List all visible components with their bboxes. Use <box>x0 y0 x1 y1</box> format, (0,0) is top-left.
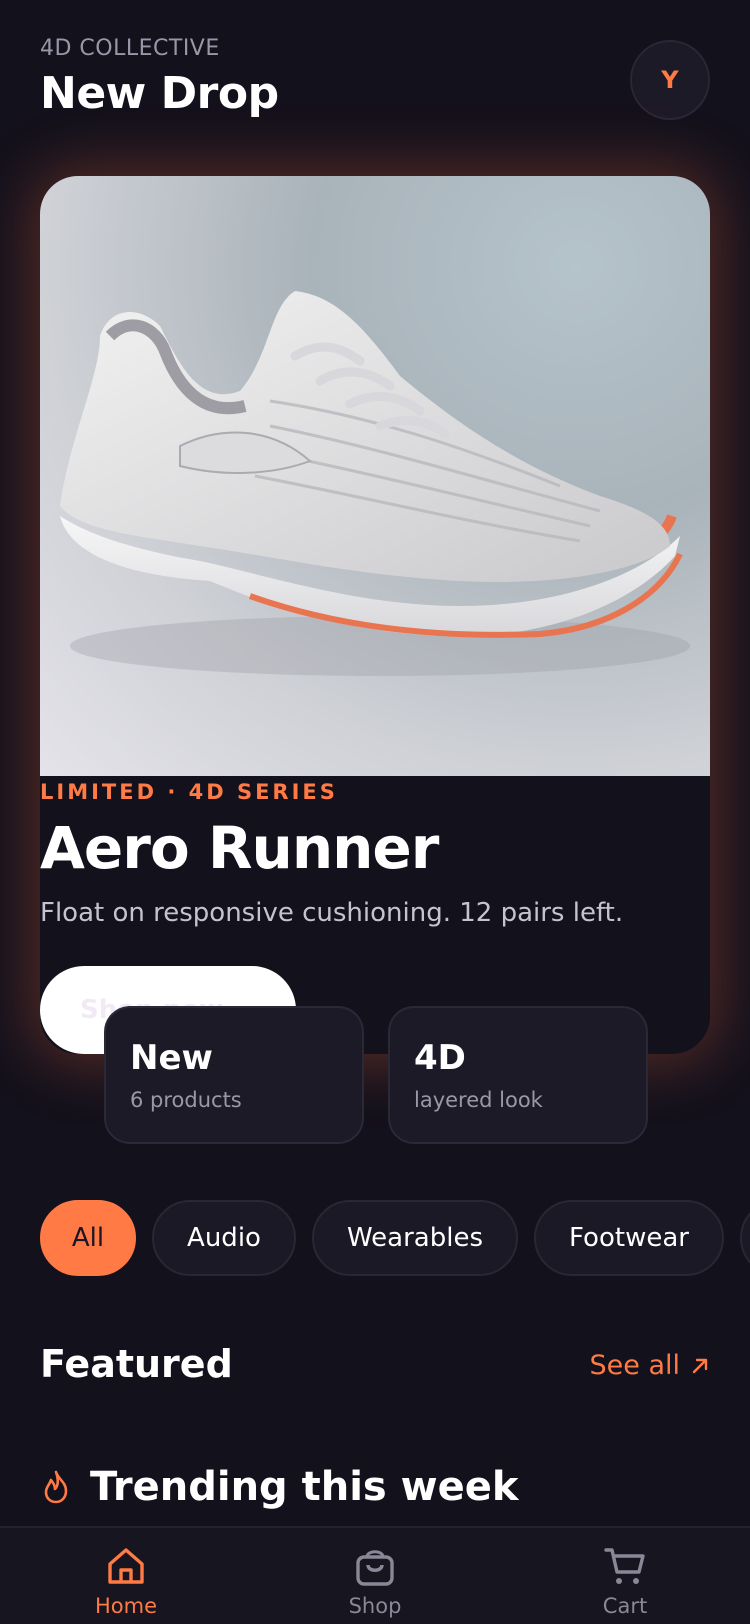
hero-description: Float on responsive cushioning. 12 pairs… <box>40 898 624 928</box>
stat-label: 6 products <box>130 1088 242 1112</box>
chip-label: Wearables <box>346 1223 483 1253</box>
hero-product-image <box>40 176 710 776</box>
stat-label: layered look <box>414 1088 543 1112</box>
stat-card-new[interactable]: New 6 products <box>104 1006 364 1144</box>
flame-icon <box>44 1470 68 1504</box>
see-all-link[interactable]: See all <box>590 1350 711 1381</box>
chip-wearables[interactable]: Wearables <box>312 1200 518 1276</box>
nav-label: Shop <box>348 1594 402 1618</box>
avatar-initial: Y <box>661 66 679 94</box>
stat-value: New <box>130 1038 213 1078</box>
nav-shop[interactable]: Shop <box>295 1544 455 1624</box>
nav-label: Cart <box>602 1594 648 1618</box>
arrow-up-right-icon <box>692 1358 708 1373</box>
category-chips: All Audio Wearables Footwear <box>40 1200 750 1276</box>
stat-value: 4D <box>414 1038 466 1078</box>
bottom-nav: Home Shop Cart <box>0 1526 750 1624</box>
hero-eyebrow: LIMITED · 4D SERIES <box>40 780 338 804</box>
home-icon <box>108 1548 144 1584</box>
avatar[interactable]: Y <box>630 40 710 120</box>
hero-title: Aero Runner <box>40 814 439 882</box>
featured-title: Featured <box>40 1342 233 1386</box>
sneaker-image <box>60 291 690 676</box>
trending-title: Trending this week <box>90 1464 519 1510</box>
chip-all[interactable]: All <box>40 1200 136 1276</box>
page-title: New Drop <box>40 68 279 119</box>
brand-label: 4D COLLECTIVE <box>40 36 220 61</box>
bag-icon <box>356 1550 394 1586</box>
stat-card-4d[interactable]: 4D layered look <box>388 1006 648 1144</box>
chip-more[interactable] <box>740 1200 750 1276</box>
nav-label: Home <box>94 1594 157 1618</box>
see-all-label: See all <box>589 1350 681 1381</box>
trending-header: Trending this week <box>40 1464 518 1510</box>
hero-card[interactable]: LIMITED · 4D SERIES Aero Runner Float on… <box>40 176 710 1054</box>
header: 4D COLLECTIVE New Drop Y <box>40 30 710 130</box>
chip-label: Footwear <box>569 1223 689 1253</box>
cart-icon <box>604 1548 645 1584</box>
chip-audio[interactable]: Audio <box>152 1200 296 1276</box>
nav-cart[interactable]: Cart <box>545 1544 705 1624</box>
chip-footwear[interactable]: Footwear <box>534 1200 724 1276</box>
chip-label: Audio <box>187 1223 261 1253</box>
nav-home[interactable]: Home <box>46 1544 206 1624</box>
chip-label: All <box>71 1223 105 1253</box>
